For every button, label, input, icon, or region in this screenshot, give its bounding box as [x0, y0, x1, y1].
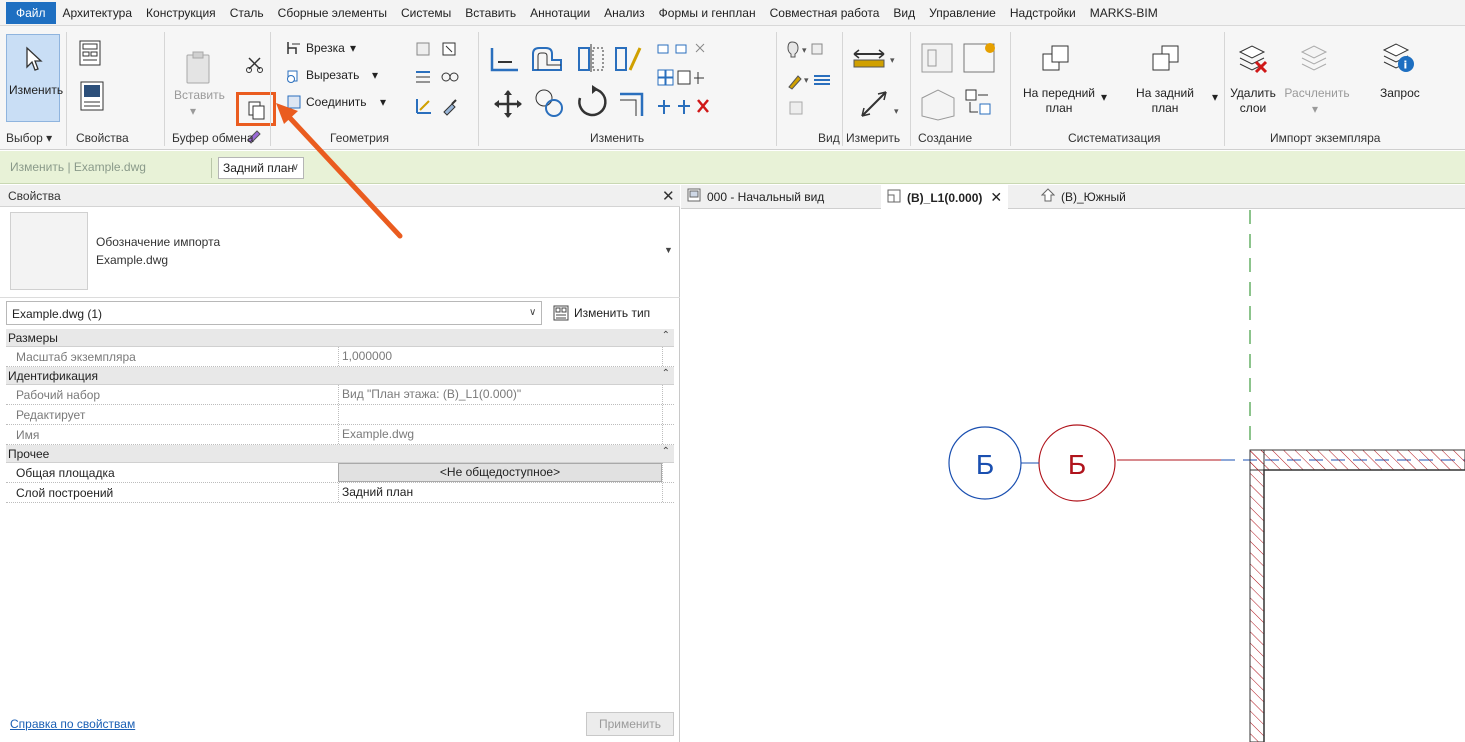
annotation-arrow	[276, 103, 403, 239]
